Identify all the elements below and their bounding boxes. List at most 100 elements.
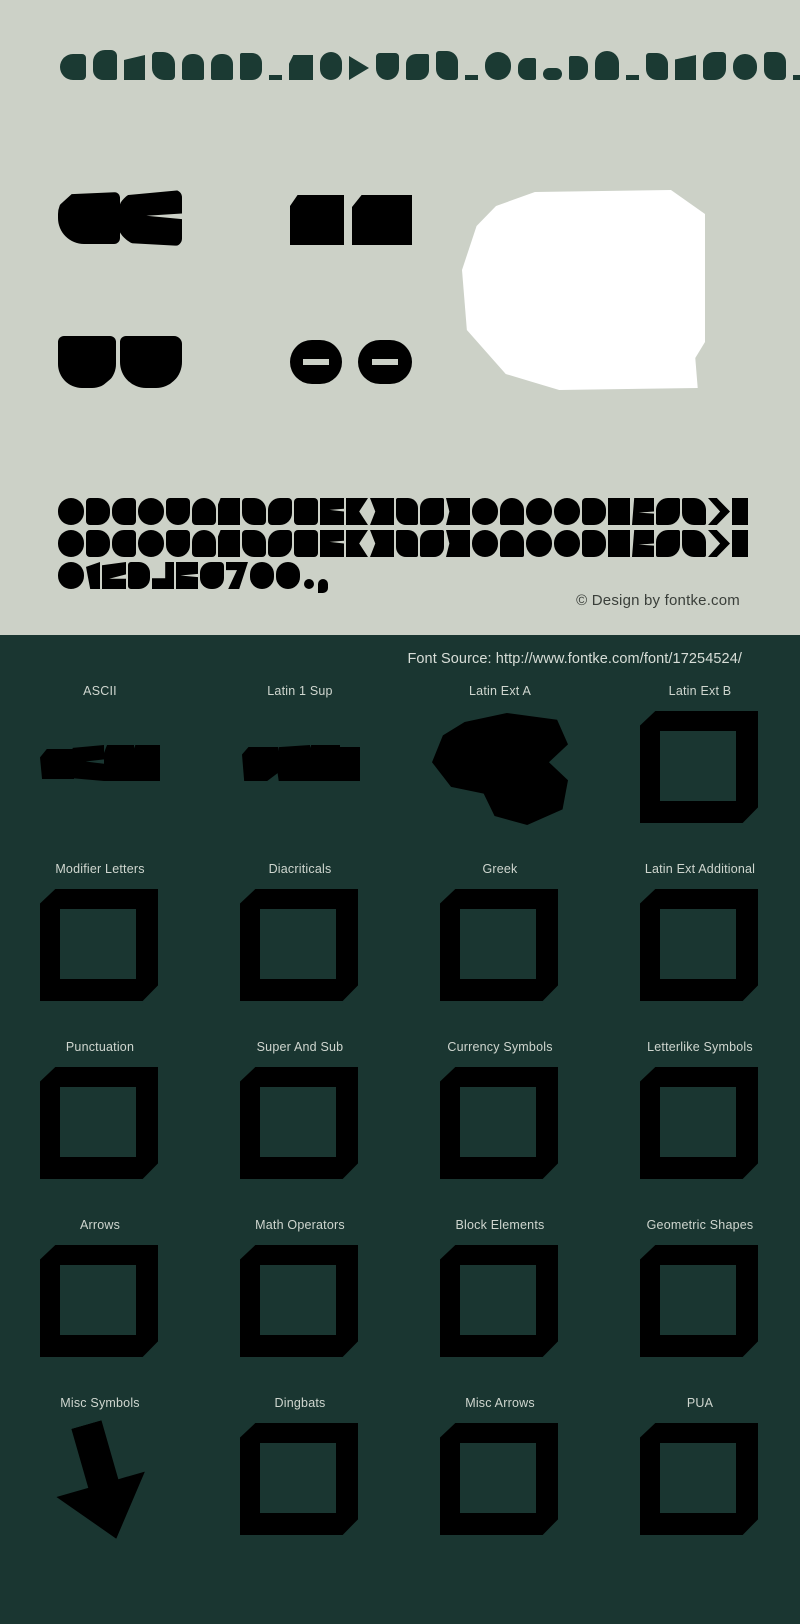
unicode-block-label: Modifier Letters	[55, 862, 145, 876]
title-glyph	[436, 51, 458, 80]
unicode-block-cell[interactable]: Greek	[400, 859, 600, 1037]
alpha-glyph	[166, 530, 190, 557]
numeral-glyph	[226, 562, 248, 589]
alpha-glyph	[632, 530, 654, 557]
unicode-block-preview-latinexta	[432, 711, 568, 831]
unicode-block-cell[interactable]: Math Operators	[200, 1215, 400, 1393]
unicode-block-cell[interactable]: Latin 1 Sup	[200, 681, 400, 859]
alpha-glyph	[554, 498, 580, 525]
alpha-glyph	[732, 498, 748, 525]
unicode-block-cell[interactable]: Modifier Letters	[0, 859, 200, 1037]
alphabet-rows	[58, 498, 748, 594]
title-glyph	[124, 55, 145, 80]
alpha-glyph	[396, 498, 418, 525]
glyph-cluster	[40, 711, 160, 831]
unicode-block-label: Letterlike Symbols	[647, 1040, 753, 1054]
unicode-block-preview-notdef	[240, 1067, 360, 1187]
glyph-sample-area	[0, 170, 800, 420]
unicode-block-preview-notdef	[440, 1067, 560, 1187]
title-glyph	[240, 53, 262, 80]
unicode-block-cell[interactable]: ASCII	[0, 681, 200, 859]
alpha-glyph	[242, 498, 266, 525]
unicode-block-cell[interactable]: Diacriticals	[200, 859, 400, 1037]
title-glyph	[703, 52, 726, 80]
alpha-glyph	[632, 498, 654, 525]
unicode-block-cell[interactable]: Misc Arrows	[400, 1393, 600, 1571]
unicode-block-cell[interactable]: Latin Ext B	[600, 681, 800, 859]
alpha-glyph	[526, 530, 552, 557]
unicode-block-preview-notdef	[640, 889, 760, 1009]
notdef-glyph-icon	[40, 1245, 158, 1357]
title-glyph	[675, 55, 696, 80]
unicode-block-label: Arrows	[79, 1218, 121, 1232]
unicode-block-cell[interactable]: Arrows	[0, 1215, 200, 1393]
title-glyph	[595, 51, 619, 80]
unicode-block-label: Super And Sub	[256, 1040, 344, 1054]
alpha-glyph	[420, 498, 444, 525]
notdef-glyph-icon	[640, 889, 758, 1001]
numeral-glyph	[276, 562, 300, 589]
unicode-block-cell[interactable]: Punctuation	[0, 1037, 200, 1215]
numeral-glyph	[86, 562, 100, 589]
notdef-glyph-icon	[640, 711, 758, 823]
alpha-glyph	[138, 498, 164, 525]
title-glyph	[211, 54, 233, 80]
title-glyph	[269, 75, 282, 80]
numeral-glyph	[200, 562, 224, 589]
title-glyph	[793, 75, 800, 80]
title-glyph	[93, 50, 117, 80]
notdef-glyph-icon	[640, 1067, 758, 1179]
unicode-block-label: Misc Arrows	[465, 1396, 535, 1410]
unicode-block-cell[interactable]: Latin Ext Additional	[600, 859, 800, 1037]
unicode-block-cell[interactable]: Super And Sub	[200, 1037, 400, 1215]
alpha-glyph	[446, 498, 470, 525]
unicode-block-cell[interactable]: Dingbats	[200, 1393, 400, 1571]
title-glyph	[569, 56, 588, 80]
unicode-block-cell[interactable]: Currency Symbols	[400, 1037, 600, 1215]
title-glyph	[543, 68, 562, 80]
alpha-glyph	[58, 498, 84, 525]
unicode-block-label: Latin Ext B	[668, 684, 732, 698]
unicode-block-cell[interactable]: Geometric Shapes	[600, 1215, 800, 1393]
sample-glyph	[352, 195, 412, 245]
title-glyph	[764, 52, 786, 80]
glyph-shape	[132, 745, 160, 781]
unicode-block-cell[interactable]: Block Elements	[400, 1215, 600, 1393]
title-glyph	[406, 54, 429, 80]
sample-glyph-inverted	[462, 190, 705, 390]
alpha-glyph	[656, 530, 680, 557]
sample-glyph	[120, 336, 182, 388]
numeral-glyph	[58, 562, 84, 589]
unicode-block-label: Latin Ext Additional	[644, 862, 756, 876]
numeral-glyph	[176, 562, 198, 589]
alpha-glyph	[682, 498, 706, 525]
numeral-glyph	[102, 562, 126, 589]
glyph-cluster	[240, 711, 360, 831]
alpha-glyph	[86, 530, 110, 557]
notdef-glyph-icon	[640, 1423, 758, 1535]
alpha-glyph	[396, 530, 418, 557]
unicode-block-preview-notdef	[640, 1423, 760, 1543]
unicode-block-label: Diacriticals	[268, 862, 332, 876]
unicode-block-cell[interactable]: Misc Symbols	[0, 1393, 200, 1571]
specimen-title	[60, 45, 800, 85]
unicode-block-label: Geometric Shapes	[646, 1218, 754, 1232]
glyph-shape	[336, 747, 360, 781]
alpha-glyph	[218, 498, 240, 525]
font-source-link[interactable]: Font Source: http://www.fontke.com/font/…	[407, 651, 742, 667]
unicode-block-label: Math Operators	[255, 1218, 345, 1232]
alpha-glyph	[242, 530, 266, 557]
unicode-block-cell[interactable]: PUA	[600, 1393, 800, 1571]
unicode-block-cell[interactable]: Latin Ext A	[400, 681, 600, 859]
glyph-shape	[70, 745, 104, 781]
title-glyph	[518, 58, 536, 80]
unicode-block-cell[interactable]: Letterlike Symbols	[600, 1037, 800, 1215]
unicode-block-label: Block Elements	[455, 1218, 545, 1232]
unicode-block-label: Punctuation	[65, 1040, 135, 1054]
alpha-glyph	[294, 498, 318, 525]
sample-glyph	[116, 190, 182, 246]
title-glyph	[646, 53, 668, 80]
alpha-glyph	[370, 530, 394, 557]
alpha-glyph	[420, 530, 444, 557]
title-glyph	[485, 52, 511, 80]
